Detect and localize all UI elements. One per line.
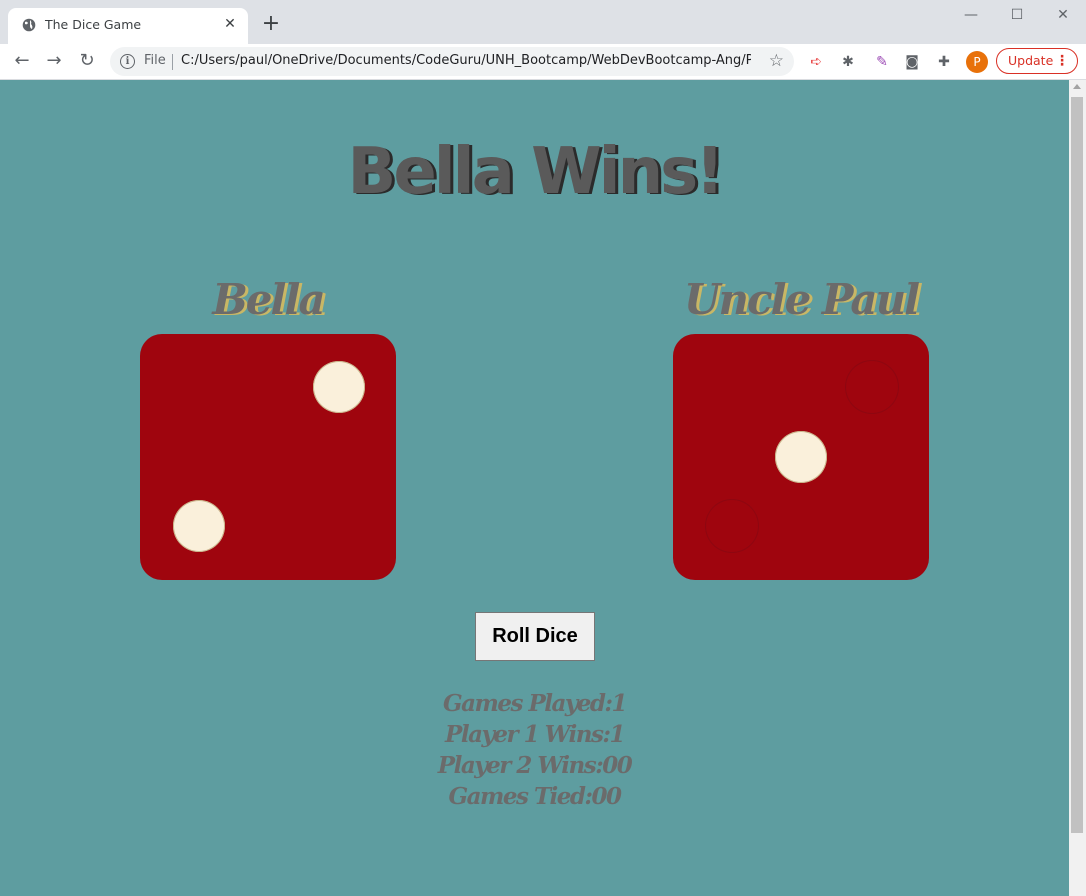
tab-strip: The Dice Game ✕ + — ☐ ✕: [0, 0, 1086, 44]
tab-title: The Dice Game: [45, 17, 142, 32]
globe-icon: [22, 18, 36, 32]
bug-icon[interactable]: ✱: [838, 52, 858, 72]
omnibox-divider: [172, 54, 173, 70]
maximize-button[interactable]: ☐: [994, 4, 1040, 30]
new-tab-button[interactable]: +: [260, 13, 282, 36]
more-menu-icon[interactable]: ⋮: [1055, 49, 1069, 73]
bookmark-star-icon[interactable]: ☆: [769, 51, 784, 71]
url-text[interactable]: C:/Users/paul/OneDrive/Documents/CodeGur…: [181, 53, 751, 68]
browser-toolbar: ← → ↻ i File C:/Users/paul/OneDrive/Docu…: [0, 44, 1086, 80]
player-2-die: [673, 334, 929, 580]
file-scheme-label: File: [144, 53, 166, 68]
die-pip: [775, 431, 827, 483]
back-arrow-icon[interactable]: ←: [10, 50, 34, 74]
address-bar[interactable]: i File C:/Users/paul/OneDrive/Documents/…: [110, 47, 794, 76]
forward-arrow-icon[interactable]: →: [42, 50, 66, 74]
update-label: Update: [1008, 53, 1054, 68]
eyedropper-icon[interactable]: ✎: [872, 52, 892, 72]
player-1-name: Bella: [212, 275, 325, 324]
tab-dice-game[interactable]: The Dice Game ✕: [8, 8, 248, 44]
camera-icon[interactable]: ◙: [902, 52, 922, 72]
die-pip: [313, 361, 365, 413]
die-pip: [173, 500, 225, 552]
player-1-die: [140, 334, 396, 580]
extension-arrow-icon[interactable]: ➪: [806, 52, 826, 72]
scroll-up-arrow-icon[interactable]: [1073, 84, 1081, 89]
reload-icon[interactable]: ↻: [75, 50, 99, 74]
page-scrollbar[interactable]: [1069, 80, 1086, 896]
profile-avatar[interactable]: P: [966, 51, 988, 73]
player-2-name: Uncle Paul: [683, 275, 920, 324]
stat-player-2-wins: Player 2 Wins:00: [437, 752, 633, 779]
game-page: Bella Wins! Bella Uncle Paul Roll Dice G…: [0, 80, 1069, 896]
minimize-button[interactable]: —: [948, 4, 994, 30]
result-headline: Bella Wins!: [347, 135, 725, 209]
close-tab-icon[interactable]: ✕: [222, 16, 238, 32]
close-window-button[interactable]: ✕: [1040, 4, 1086, 30]
puzzle-icon[interactable]: ✚: [934, 52, 954, 72]
die-pip-hidden: [846, 361, 898, 413]
info-icon[interactable]: i: [120, 54, 135, 69]
stat-games-played: Games Played:1: [443, 690, 627, 717]
game-stats: Games Played:1 Player 1 Wins:1 Player 2 …: [0, 688, 1069, 812]
die-pip-hidden: [706, 500, 758, 552]
stat-player-1-wins: Player 1 Wins:1: [445, 721, 625, 748]
update-button[interactable]: Update ⋮: [996, 48, 1078, 74]
stat-games-tied: Games Tied:00: [448, 783, 622, 810]
scroll-thumb[interactable]: [1071, 97, 1083, 833]
roll-dice-button[interactable]: Roll Dice: [475, 612, 595, 661]
